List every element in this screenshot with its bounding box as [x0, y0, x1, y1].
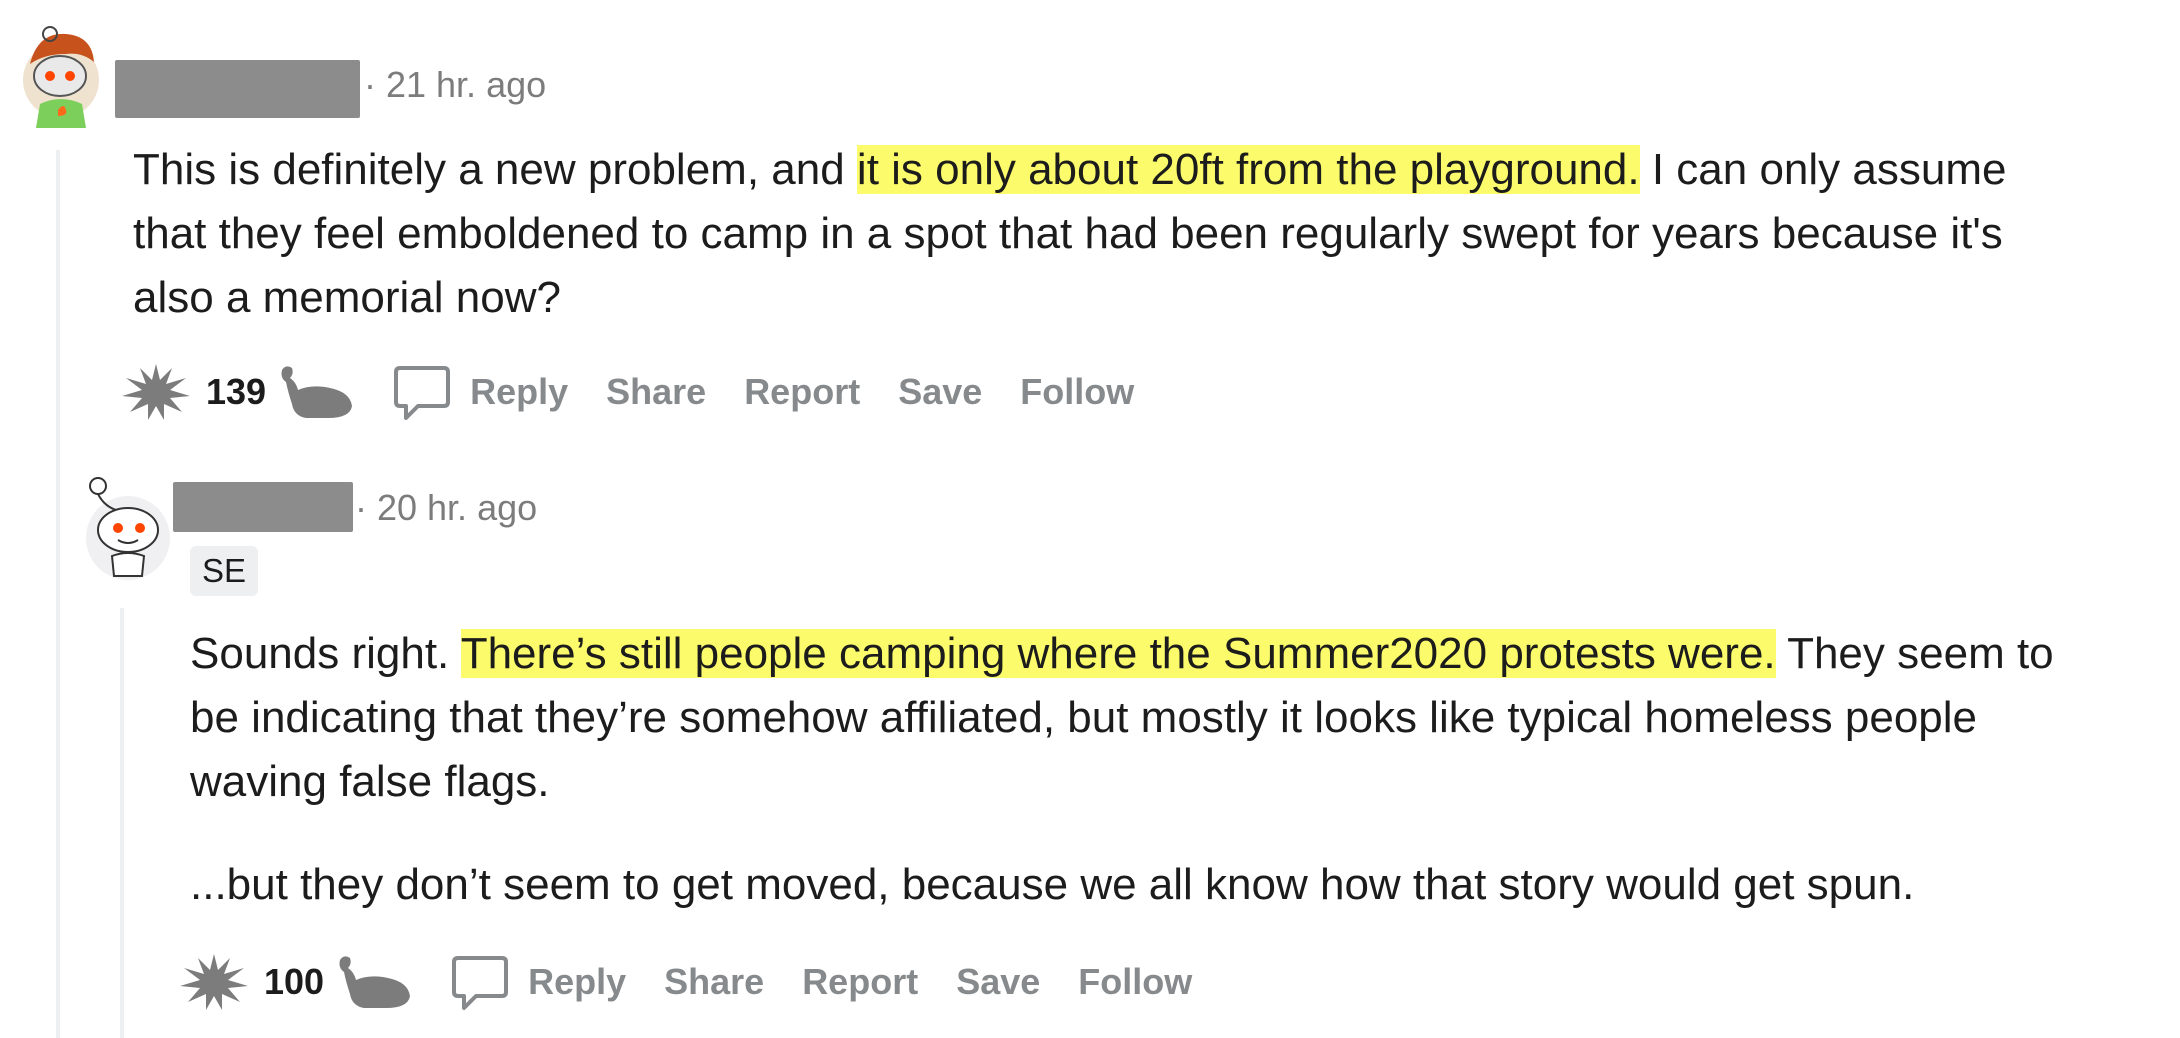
reply-label: Reply: [528, 961, 627, 1002]
comment-text: ...but they don’t seem to get moved, bec…: [190, 860, 1915, 909]
share-button[interactable]: Share: [606, 371, 706, 413]
report-button[interactable]: Report: [744, 371, 860, 413]
comment-bubble-icon: [392, 362, 452, 422]
comment-actions: 100 Reply Share Report Save Follow: [178, 952, 1230, 1012]
spiky-burst-upvote-icon[interactable]: [120, 362, 192, 422]
thread-line-level-2[interactable]: [120, 608, 124, 1038]
whale-downvote-icon[interactable]: [336, 952, 414, 1012]
reply-button[interactable]: Reply: [450, 952, 626, 1012]
comment-body: This is definitely a new problem, and it…: [133, 138, 2083, 330]
comment-paragraph-2: ...but they don’t seem to get moved, bec…: [190, 853, 2100, 917]
whale-downvote-icon[interactable]: [278, 362, 356, 422]
vote-count: 139: [206, 371, 267, 412]
reply-label: Reply: [470, 371, 569, 412]
comment-body: Sounds right. There’s still people campi…: [190, 622, 2100, 814]
report-button[interactable]: Report: [802, 961, 918, 1003]
avatar[interactable]: [20, 24, 102, 128]
comment-text: This is definitely a new problem, and: [133, 145, 857, 194]
username-redacted[interactable]: [173, 482, 353, 532]
comment-text: Sounds right.: [190, 629, 461, 678]
spiky-burst-upvote-icon[interactable]: [178, 952, 250, 1012]
highlighted-text: it is only about 20ft from the playgroun…: [856, 145, 1640, 194]
comment-bubble-icon: [450, 952, 510, 1012]
user-avatar-icon: [23, 26, 99, 128]
comment-actions: 139 Reply Share Report Save Follow: [120, 362, 1172, 422]
user-flair: SE: [190, 546, 259, 596]
username-redacted[interactable]: [115, 60, 360, 118]
follow-button[interactable]: Follow: [1078, 961, 1192, 1003]
comment-timestamp[interactable]: · 21 hr. ago: [364, 64, 546, 106]
share-button[interactable]: Share: [664, 961, 764, 1003]
thread-line-level-1[interactable]: [56, 150, 60, 1038]
vote-count: 100: [264, 961, 325, 1002]
reply-button[interactable]: Reply: [392, 362, 568, 422]
comment-paragraph: Sounds right. There’s still people campi…: [190, 622, 2100, 814]
save-button[interactable]: Save: [956, 961, 1040, 1003]
save-button[interactable]: Save: [898, 371, 982, 413]
follow-button[interactable]: Follow: [1020, 371, 1134, 413]
snoo-avatar-icon: [86, 477, 170, 580]
avatar[interactable]: [82, 472, 174, 584]
highlighted-text: There’s still people camping where the S…: [460, 629, 1776, 678]
comment-timestamp[interactable]: · 20 hr. ago: [355, 487, 537, 529]
